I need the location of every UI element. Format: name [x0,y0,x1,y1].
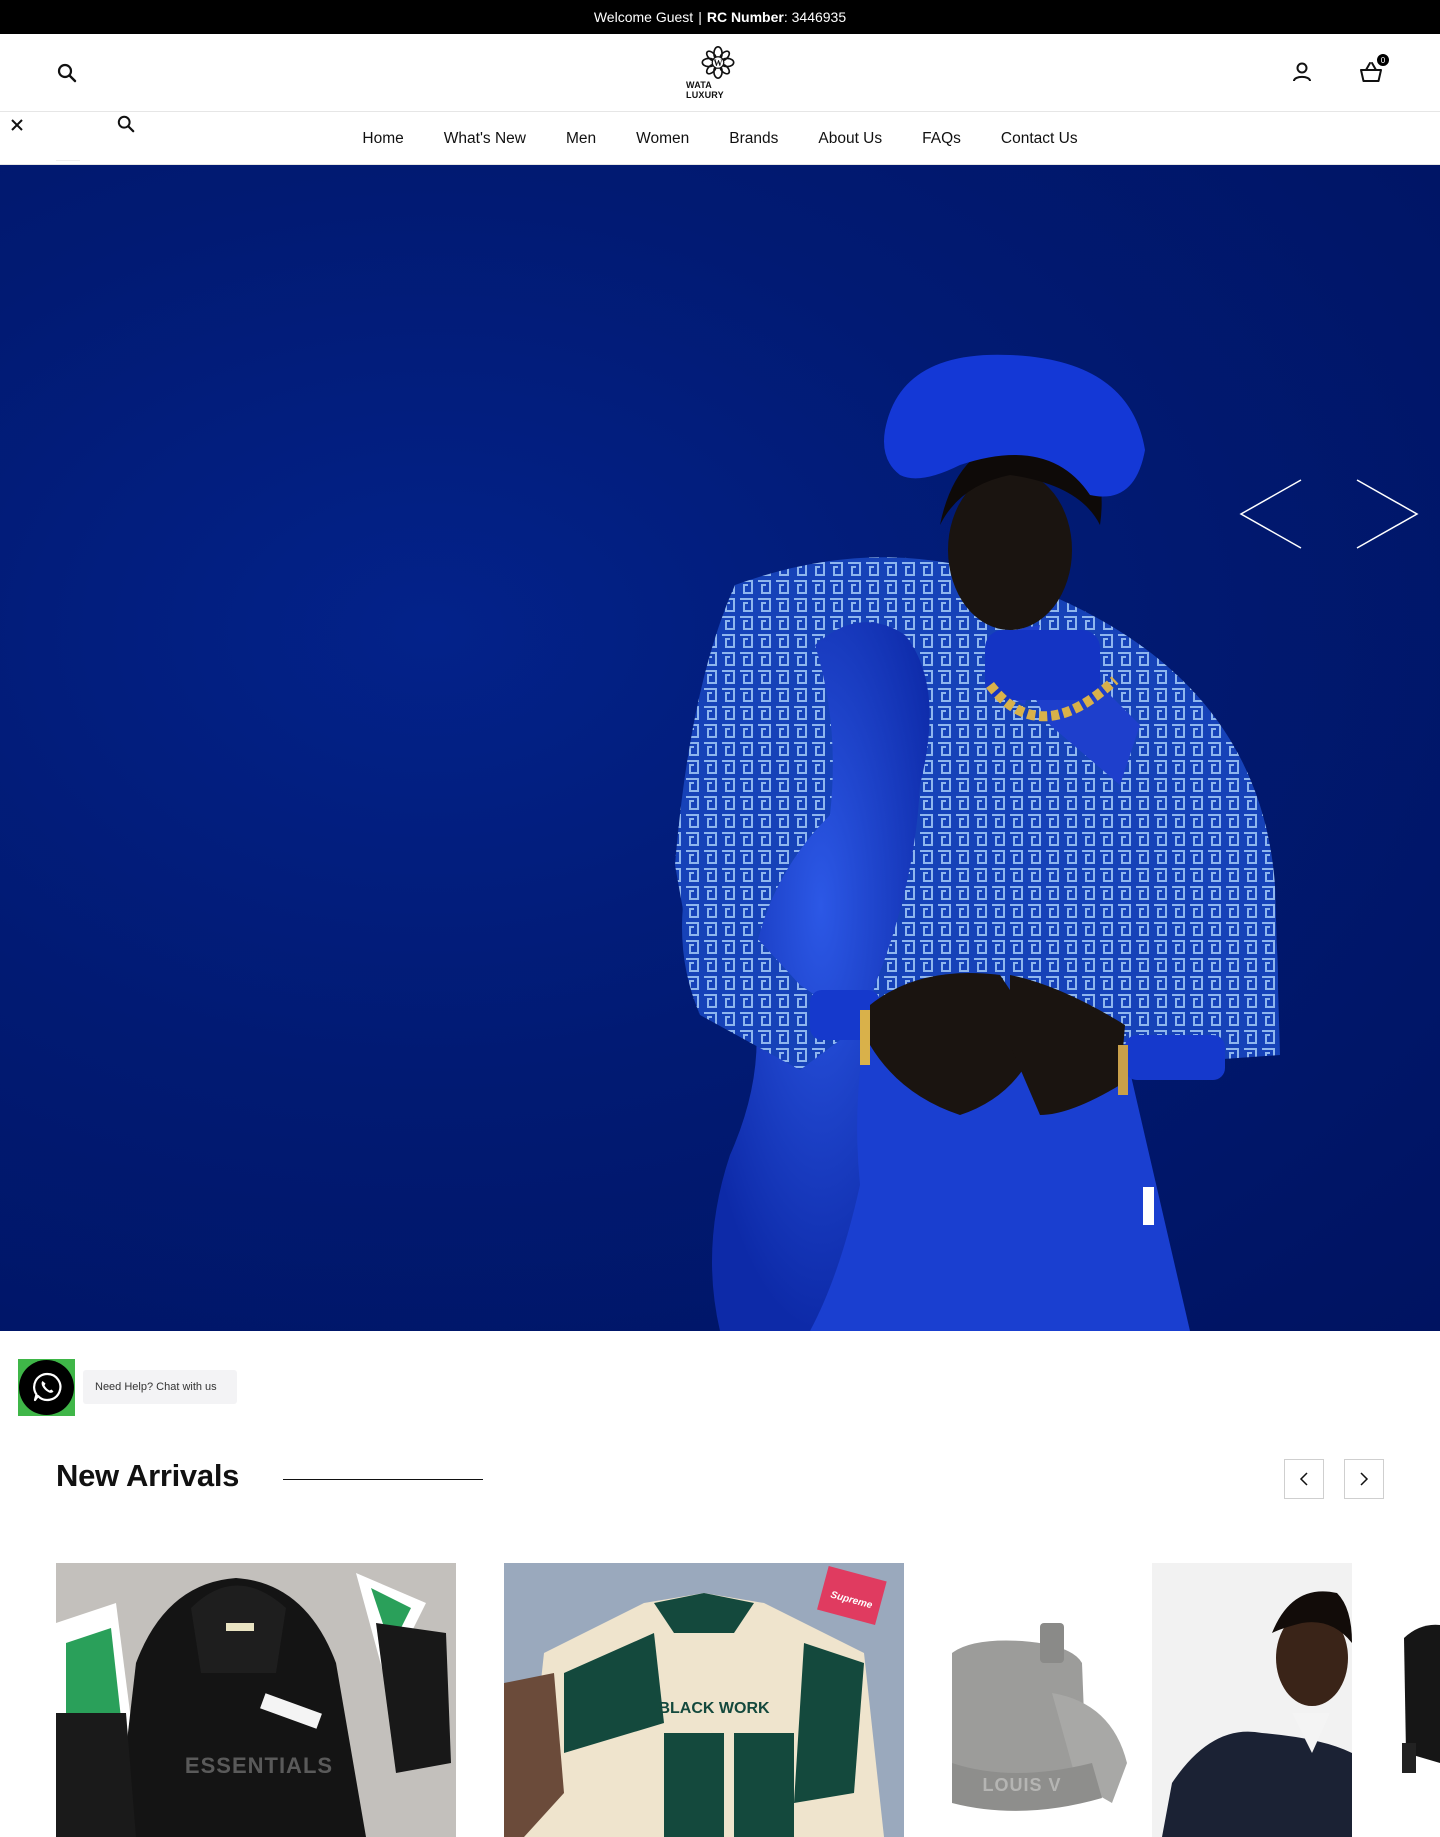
chevron-right-icon [1356,479,1419,549]
nav-item-faqs[interactable]: FAQs [902,130,981,148]
product-card[interactable]: LOUIS V [952,1563,1152,1837]
hero-next-arrow[interactable] [1355,478,1425,550]
cart-button[interactable]: 0 [1358,53,1390,85]
chevron-left-icon [1239,479,1302,549]
product-image-bag-partial [1400,1563,1440,1837]
top-announcement-bar: Welcome Guest | RC Number : 3446935 [0,0,1440,34]
product-image-bags: LOUIS V [952,1563,1152,1837]
product-print-text: LOUIS V [982,1775,1061,1795]
nav-item-contact-us[interactable]: Contact Us [981,130,1098,148]
product-print-text: ESSENTIALS [185,1753,333,1778]
site-header: W WATA LUXURY 0 [0,34,1440,112]
nav-item-home[interactable]: Home [342,130,423,148]
chevron-right-icon [1360,1472,1369,1486]
product-print-text: BLACK WORK [658,1700,770,1717]
flower-logo-icon: W [701,46,735,79]
product-card[interactable]: Supreme BLACK WORK [504,1563,904,1837]
nav-item-whats-new[interactable]: What's New [424,130,546,148]
carousel-next-button[interactable] [1344,1459,1384,1499]
chat-help-widget: Need Help? Chat with us [18,1358,237,1416]
section-title: New Arrivals [56,1458,240,1493]
product-image-hoodie: ESSENTIALS [56,1563,456,1837]
user-icon[interactable] [1290,60,1314,84]
nav-item-men[interactable]: Men [546,130,616,148]
nav-item-women[interactable]: Women [616,130,709,148]
primary-nav: Home What's New Men Women Brands About U… [0,112,1440,165]
cart-count-badge: 0 [1376,53,1390,67]
main-navigation-bar: Home What's New Men Women Brands About U… [0,112,1440,165]
welcome-text: Welcome Guest [593,9,694,25]
carousel-prev-button[interactable] [1284,1459,1324,1499]
search-icon[interactable] [55,61,79,85]
whatsapp-icon [19,1359,74,1415]
rc-number-label: RC Number [706,9,784,25]
new-arrivals-header: New Arrivals [56,1452,1386,1508]
nav-item-about-us[interactable]: About Us [798,130,902,148]
hero-model-image [675,354,1280,1331]
product-image-shirt: Supreme BLACK WORK [504,1563,904,1837]
whatsapp-button[interactable] [18,1358,75,1416]
product-card[interactable] [1152,1563,1352,1837]
section-divider [283,1479,483,1480]
logo-text: WATA LUXURY [686,80,724,100]
hero-slider[interactable] [0,165,1440,1331]
nav-item-brands[interactable]: Brands [709,130,798,148]
hero-prev-arrow[interactable] [1239,478,1309,550]
product-card[interactable]: ESSENTIALS [56,1563,456,1837]
product-image-model [1152,1563,1352,1837]
chevron-left-icon [1299,1472,1308,1486]
chat-help-label[interactable]: Need Help? Chat with us [83,1370,237,1404]
product-card[interactable] [1400,1563,1440,1837]
rc-number-value: : 3446935 [783,9,847,25]
divider: | [698,9,702,25]
new-arrivals-carousel: ESSENTIALS Supreme BLACK WORK LOUIS V [0,1563,1440,1837]
svg-text:W: W [713,58,722,68]
brand-logo[interactable]: W WATA LUXURY [686,46,750,100]
